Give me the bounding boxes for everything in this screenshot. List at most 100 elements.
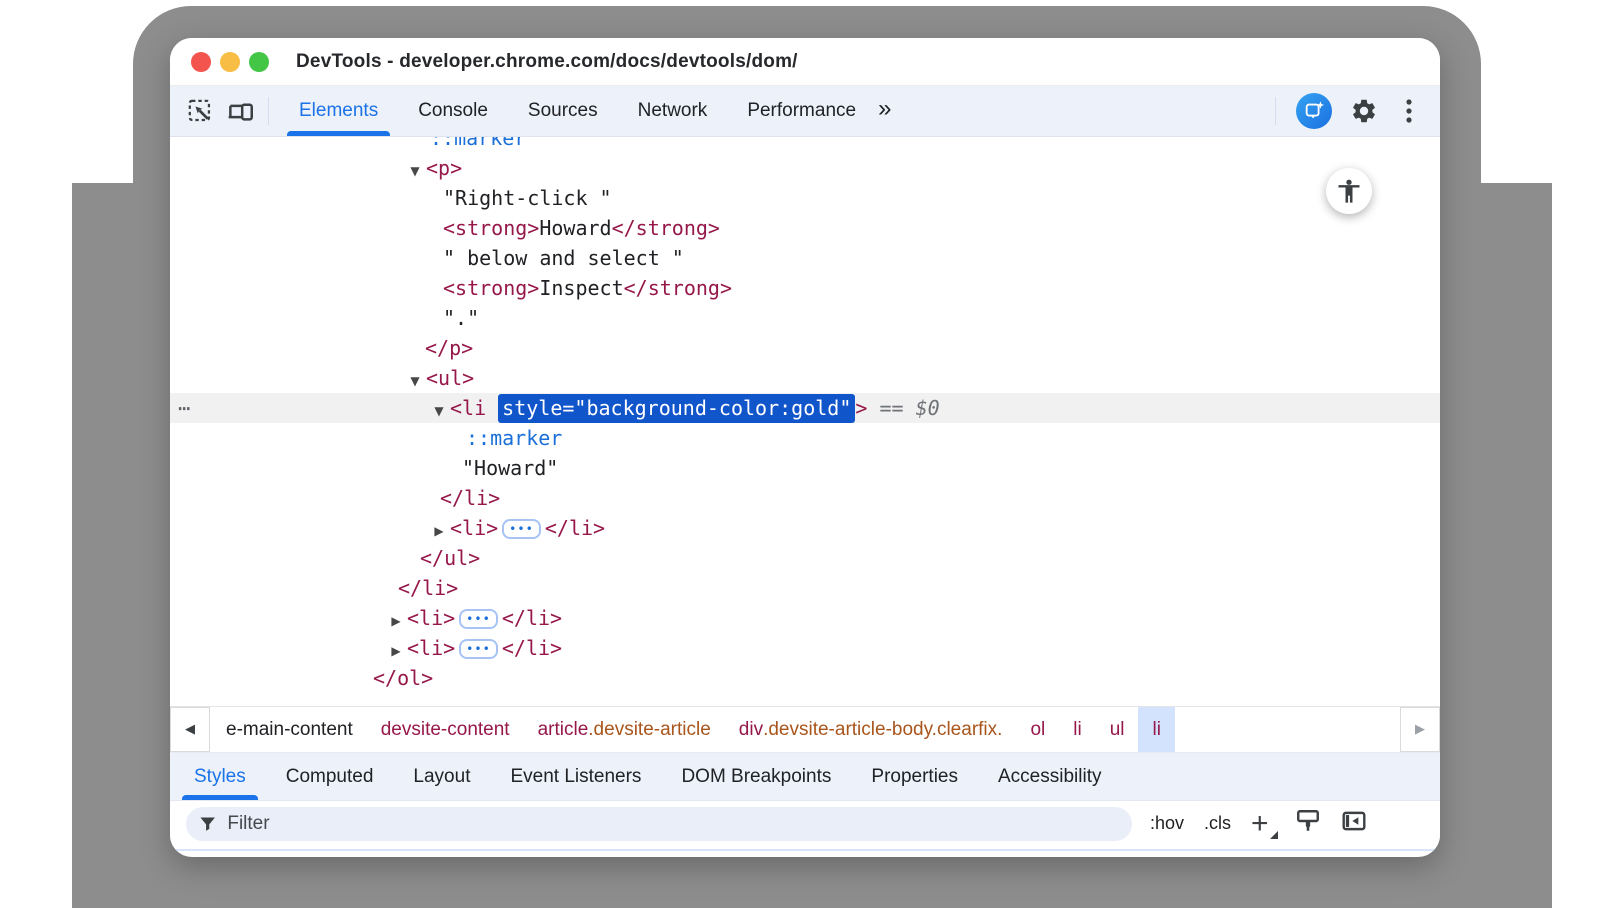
sidebar-panel-tabs: StylesComputedLayoutEvent ListenersDOM B… — [170, 752, 1440, 800]
dom-tree-row[interactable]: </ul> — [170, 543, 1440, 573]
breadcrumb-item-div-devsite-article-body-clearfix-[interactable]: div.devsite-article-body.clearfix. — [725, 707, 1017, 752]
breadcrumb-back-button[interactable]: ◀ — [170, 707, 210, 752]
breadcrumb-item-ul[interactable]: ul — [1096, 707, 1139, 752]
panel-tab-event-listeners[interactable]: Event Listeners — [490, 753, 661, 800]
devtools-window: DevTools - developer.chrome.com/docs/dev… — [170, 38, 1440, 857]
accessibility-fab[interactable] — [1326, 168, 1372, 214]
breadcrumb-forward-button[interactable]: ▶ — [1400, 707, 1440, 752]
styles-pane-divider — [170, 849, 1440, 851]
collapsed-arrow-icon[interactable]: ▶ — [385, 606, 407, 636]
dom-tree-row[interactable]: ::marker — [170, 423, 1440, 453]
hidden-children-ellipsis-icon[interactable]: ••• — [459, 639, 498, 659]
dom-tree-row[interactable]: </p> — [170, 333, 1440, 363]
dom-tree-row[interactable]: </ol> — [170, 663, 1440, 693]
dom-tree-row[interactable]: ▶<li>•••</li> — [170, 513, 1440, 543]
code-tag: </ul> — [420, 546, 480, 570]
element-classes-button[interactable]: .cls — [1204, 813, 1231, 834]
code-op: == — [867, 396, 915, 420]
code-text: "." — [443, 306, 479, 330]
breadcrumb-item-li[interactable]: li — [1138, 707, 1174, 752]
code-tag: > — [855, 396, 867, 420]
dom-tree-row[interactable]: ▶<li>•••</li> — [170, 603, 1440, 633]
toolbar-right-icons — [1267, 91, 1422, 131]
filter-input[interactable] — [227, 813, 1120, 835]
panel-tab-layout[interactable]: Layout — [393, 753, 490, 800]
row-overflow-dots-icon: ⋯ — [178, 393, 190, 423]
panel-tab-accessibility[interactable]: Accessibility — [978, 753, 1121, 800]
close-button[interactable] — [191, 52, 211, 72]
breadcrumb-list: e-main-contentdevsite-contentarticle.dev… — [210, 707, 1400, 752]
expanded-arrow-icon[interactable]: ▼ — [404, 366, 426, 396]
tab-console[interactable]: Console — [398, 86, 508, 136]
dom-tree-row[interactable]: ▶<li>•••</li> — [170, 633, 1440, 663]
code-tag: <li> — [407, 636, 455, 660]
dom-tree-row[interactable]: ▼<ul> — [170, 363, 1440, 393]
crumb-tag-part: div — [739, 719, 763, 741]
dom-tree-row[interactable]: "Right-click " — [170, 183, 1440, 213]
dom-tree-row[interactable]: </li> — [170, 483, 1440, 513]
ai-assistance-icon[interactable] — [1296, 93, 1332, 129]
hidden-children-ellipsis-icon[interactable]: ••• — [502, 519, 541, 539]
kebab-menu-icon[interactable] — [1396, 91, 1422, 131]
tab-performance[interactable]: Performance — [727, 86, 876, 136]
device-toolbar-icon[interactable] — [220, 91, 260, 131]
dom-tree-row-selected[interactable]: ⋯▼<li style="background-color:gold"> == … — [170, 393, 1440, 423]
devtools-toolbar: ElementsConsoleSourcesNetworkPerformance… — [170, 86, 1440, 137]
accessibility-person-icon — [1335, 177, 1363, 205]
code-text: "Right-click " — [443, 186, 612, 210]
dom-tree-row[interactable]: "." — [170, 303, 1440, 333]
tab-network[interactable]: Network — [618, 86, 728, 136]
more-tabs-chevron-icon[interactable]: » — [876, 95, 900, 127]
panel-tab-properties[interactable]: Properties — [851, 753, 978, 800]
code-tag: <li> — [450, 516, 498, 540]
title-bar: DevTools - developer.chrome.com/docs/dev… — [170, 38, 1440, 86]
breadcrumb-item-e-main-content[interactable]: e-main-content — [212, 707, 367, 752]
new-style-rule-plus-icon[interactable]: + — [1251, 812, 1275, 836]
breadcrumb-item-li[interactable]: li — [1059, 707, 1095, 752]
code-tag: </ol> — [373, 666, 433, 690]
code-pseudo: ::marker — [430, 137, 526, 150]
expanded-arrow-icon[interactable]: ▼ — [428, 396, 450, 426]
selected-attribute-value[interactable]: style="background-color:gold" — [498, 394, 855, 423]
toggle-sidebar-icon[interactable] — [1341, 808, 1367, 839]
code-tag: <li> — [407, 606, 455, 630]
hidden-children-ellipsis-icon[interactable]: ••• — [459, 609, 498, 629]
code-tag: <strong> — [443, 216, 539, 240]
filter-controls: :hov .cls + — [1150, 808, 1367, 839]
code-tag: <p> — [426, 156, 462, 180]
expanded-arrow-icon[interactable]: ▼ — [404, 156, 426, 186]
toggle-element-state-button[interactable]: :hov — [1150, 813, 1184, 834]
dom-tree-row[interactable]: ▼<p> — [170, 153, 1440, 183]
dom-tree-row[interactable]: </li> — [170, 573, 1440, 603]
tab-sources[interactable]: Sources — [508, 86, 618, 136]
inspect-cursor-icon[interactable] — [180, 91, 220, 131]
dom-tree-row[interactable]: "Howard" — [170, 453, 1440, 483]
panel-tab-dom-breakpoints[interactable]: DOM Breakpoints — [661, 753, 851, 800]
collapsed-arrow-icon[interactable]: ▶ — [428, 516, 450, 546]
code-tag: </p> — [425, 336, 473, 360]
dom-tree-row[interactable]: " below and select " — [170, 243, 1440, 273]
styles-filter-bar: :hov .cls + — [170, 800, 1440, 846]
code-text — [486, 396, 498, 420]
panel-tab-computed[interactable]: Computed — [266, 753, 394, 800]
settings-gear-icon[interactable] — [1344, 91, 1384, 131]
breadcrumb-item-ol[interactable]: ol — [1016, 707, 1059, 752]
collapsed-arrow-icon[interactable]: ▶ — [385, 636, 407, 666]
breadcrumb-item-article-devsite-article[interactable]: article.devsite-article — [524, 707, 725, 752]
panel-tab-styles[interactable]: Styles — [174, 753, 266, 800]
breadcrumb-item-devsite-content[interactable]: devsite-content — [367, 707, 524, 752]
window-title: DevTools - developer.chrome.com/docs/dev… — [296, 51, 798, 73]
dom-tree-row[interactable]: ::marker — [170, 137, 1440, 153]
minimize-button[interactable] — [220, 52, 240, 72]
tab-elements[interactable]: Elements — [279, 86, 398, 136]
crumb-class-part: .devsite-article-body.clearfix. — [763, 719, 1002, 741]
code-tag: </li> — [502, 606, 562, 630]
dom-tree-row[interactable]: <strong>Inspect</strong> — [170, 273, 1440, 303]
zoom-button[interactable] — [249, 52, 269, 72]
dom-tree-row[interactable]: <strong>Howard</strong> — [170, 213, 1440, 243]
code-text: "Howard" — [462, 456, 558, 480]
filter-pill[interactable] — [186, 807, 1132, 841]
paint-brush-icon[interactable] — [1295, 808, 1321, 839]
code-tag: <ul> — [426, 366, 474, 390]
code-tag: </li> — [545, 516, 605, 540]
